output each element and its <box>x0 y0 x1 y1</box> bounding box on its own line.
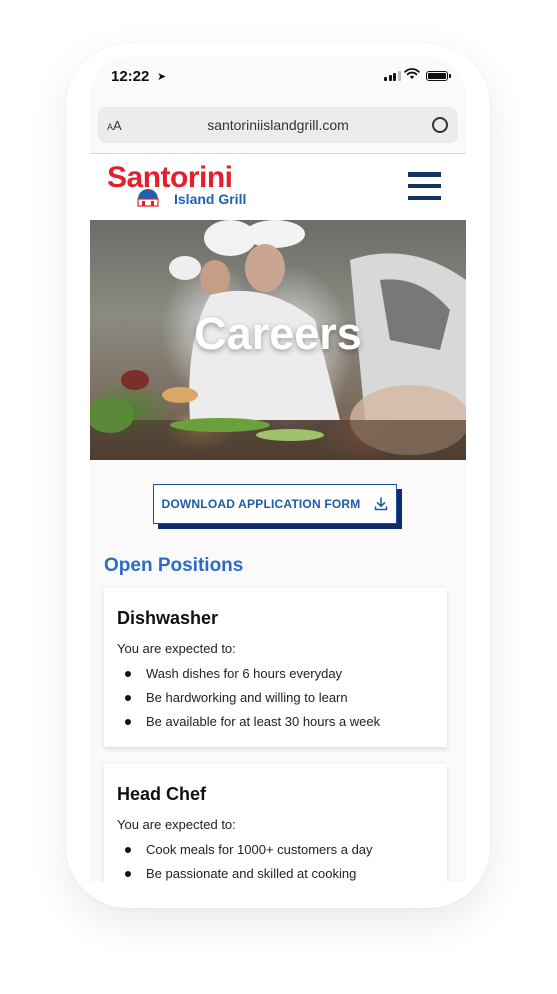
job-title: Head Chef <box>117 784 207 804</box>
phone-screen: 12:22 ➤ AA santoriniislandgrill.com Sant… <box>90 56 466 882</box>
cellular-signal-icon <box>384 71 401 81</box>
download-icon <box>375 497 388 511</box>
battery-icon <box>426 71 451 81</box>
address-bar[interactable]: AA santoriniislandgrill.com <box>98 107 458 143</box>
list-item: Wash dishes for 6 hours everyday <box>117 662 434 686</box>
hamburger-menu-icon[interactable] <box>408 172 441 200</box>
job-title: Dishwasher <box>117 608 219 628</box>
job-card-dishwasher: Dishwasher You are expected to: Wash dis… <box>104 588 447 747</box>
job-requirements-list: Wash dishes for 6 hours everyday Be hard… <box>117 662 434 734</box>
site-header: Santorini Island Grill <box>90 154 466 220</box>
open-positions-heading: Open Positions <box>104 555 244 576</box>
download-button-label: DOWNLOAD APPLICATION FORM <box>161 497 361 511</box>
job-card-head-chef: Head Chef You are expected to: Cook meal… <box>104 764 447 882</box>
job-intro: You are expected to: <box>117 817 236 832</box>
wifi-icon <box>404 68 420 79</box>
list-item: Be available for at least 30 hours a wee… <box>117 710 434 734</box>
hero-title: Careers <box>194 308 362 359</box>
reload-icon[interactable] <box>432 117 448 133</box>
location-arrow-icon: ➤ <box>157 71 167 83</box>
list-item: Cook meals for 1000+ customers a day <box>117 838 434 862</box>
download-application-button[interactable]: DOWNLOAD APPLICATION FORM <box>153 484 397 524</box>
hero-banner: Careers <box>90 220 466 460</box>
url-text[interactable]: santoriniislandgrill.com <box>98 117 458 133</box>
job-requirements-list: Cook meals for 1000+ customers a day Be … <box>117 838 434 882</box>
list-item: Be passionate and skilled at cooking <box>117 862 434 882</box>
list-item: Be hardworking and willing to learn <box>117 686 434 710</box>
status-time: 12:22 <box>111 68 150 85</box>
dome-logo-icon <box>137 189 159 207</box>
logo-text[interactable]: Santorini <box>107 161 233 195</box>
job-intro: You are expected to: <box>117 641 236 656</box>
logo-subtitle: Island Grill <box>174 191 247 207</box>
status-bar: 12:22 ➤ <box>90 56 466 100</box>
